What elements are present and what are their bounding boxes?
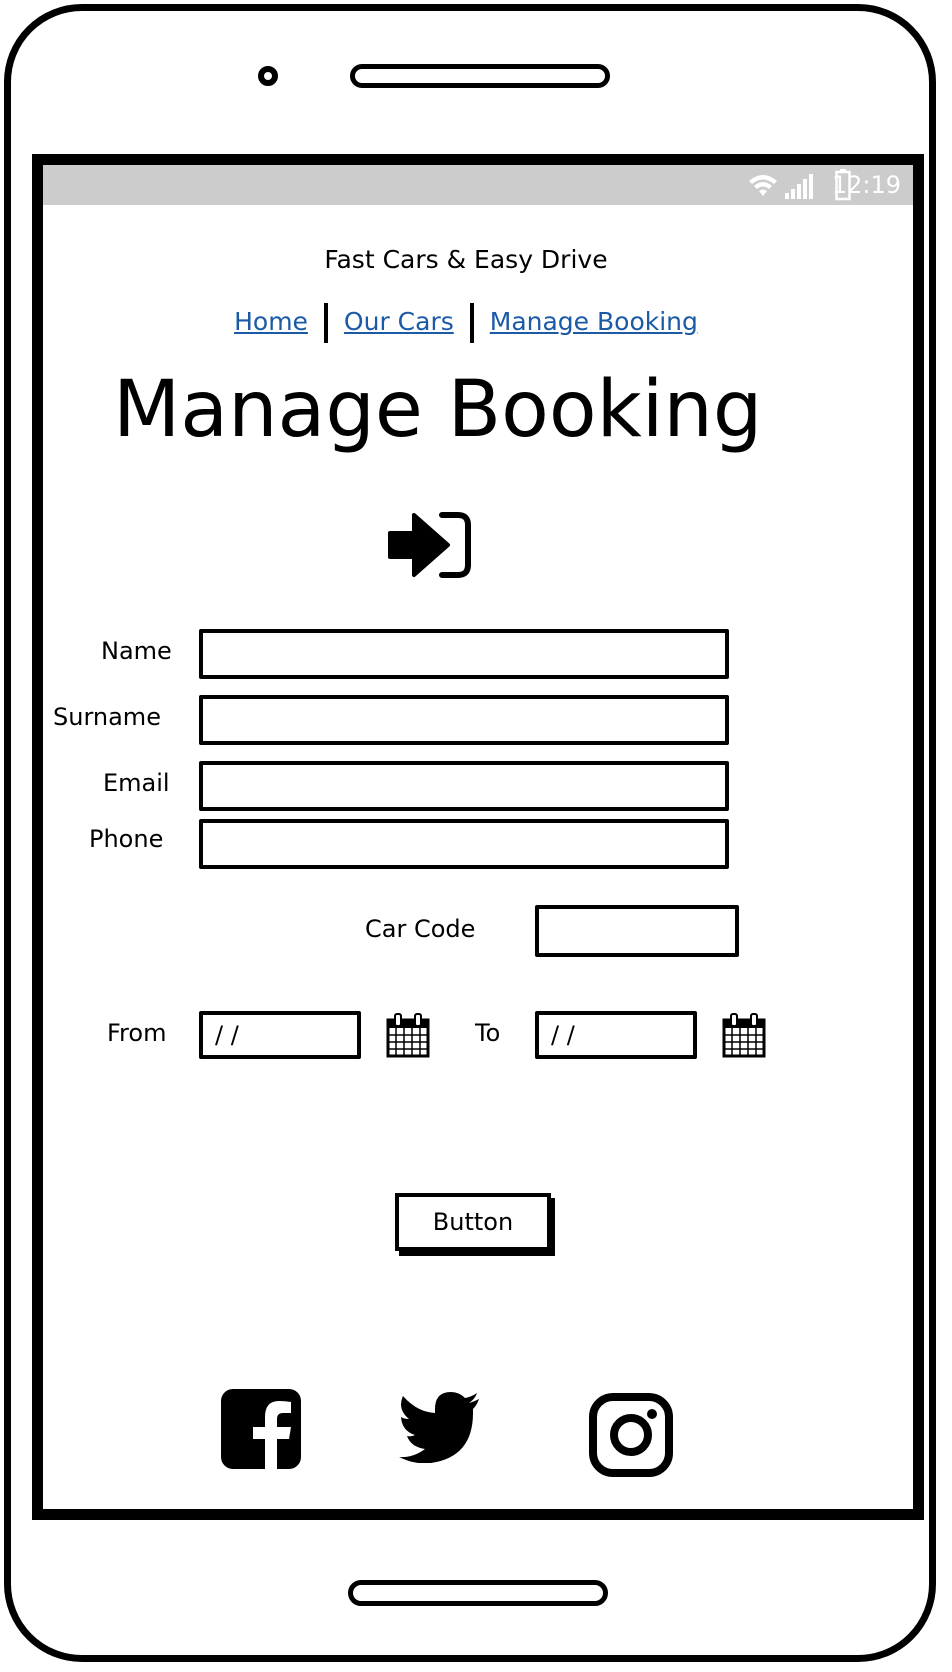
facebook-icon[interactable]	[219, 1387, 303, 1471]
speaker-grill	[350, 64, 610, 88]
instagram-icon[interactable]	[589, 1393, 673, 1477]
nav-separator	[469, 303, 474, 343]
signal-icon	[785, 193, 789, 199]
status-icons	[749, 174, 813, 199]
name-label: Name	[101, 637, 172, 665]
to-date-field[interactable]: / /	[535, 1011, 697, 1059]
phone-screen: 12:19 Fast Cars & Easy Drive Home Our Car…	[32, 154, 924, 1520]
main-nav: Home Our Cars Manage Booking	[43, 303, 889, 343]
nav-manage-booking-link[interactable]: Manage Booking	[490, 307, 698, 336]
home-button[interactable]	[348, 1580, 608, 1606]
nav-our-cars-link[interactable]: Our Cars	[344, 307, 454, 336]
app-title: Fast Cars & Easy Drive	[324, 245, 608, 274]
car-code-field[interactable]	[535, 905, 739, 957]
email-field[interactable]	[199, 761, 729, 811]
car-code-label: Car Code	[365, 915, 476, 943]
from-date-field[interactable]: / /	[199, 1011, 361, 1059]
phone-label: Phone	[89, 825, 164, 853]
status-time: 12:19	[831, 171, 901, 199]
email-label: Email	[103, 769, 170, 797]
name-field[interactable]	[199, 629, 729, 679]
page-title: Manage Booking	[113, 365, 763, 455]
calendar-icon[interactable]	[721, 1013, 767, 1059]
nav-separator	[323, 303, 328, 343]
camera-icon	[258, 66, 278, 86]
nav-home-link[interactable]: Home	[234, 307, 308, 336]
surname-field[interactable]	[199, 695, 729, 745]
phone-field[interactable]	[199, 819, 729, 869]
sign-in-icon	[388, 512, 471, 578]
to-label: To	[475, 1019, 501, 1047]
status-bar: 12:19	[43, 165, 913, 205]
wifi-icon	[749, 175, 777, 196]
twitter-icon[interactable]	[397, 1391, 481, 1463]
surname-label: Surname	[53, 703, 161, 731]
submit-button[interactable]: Button	[395, 1193, 551, 1251]
from-label: From	[107, 1019, 167, 1047]
calendar-icon[interactable]	[385, 1013, 431, 1059]
